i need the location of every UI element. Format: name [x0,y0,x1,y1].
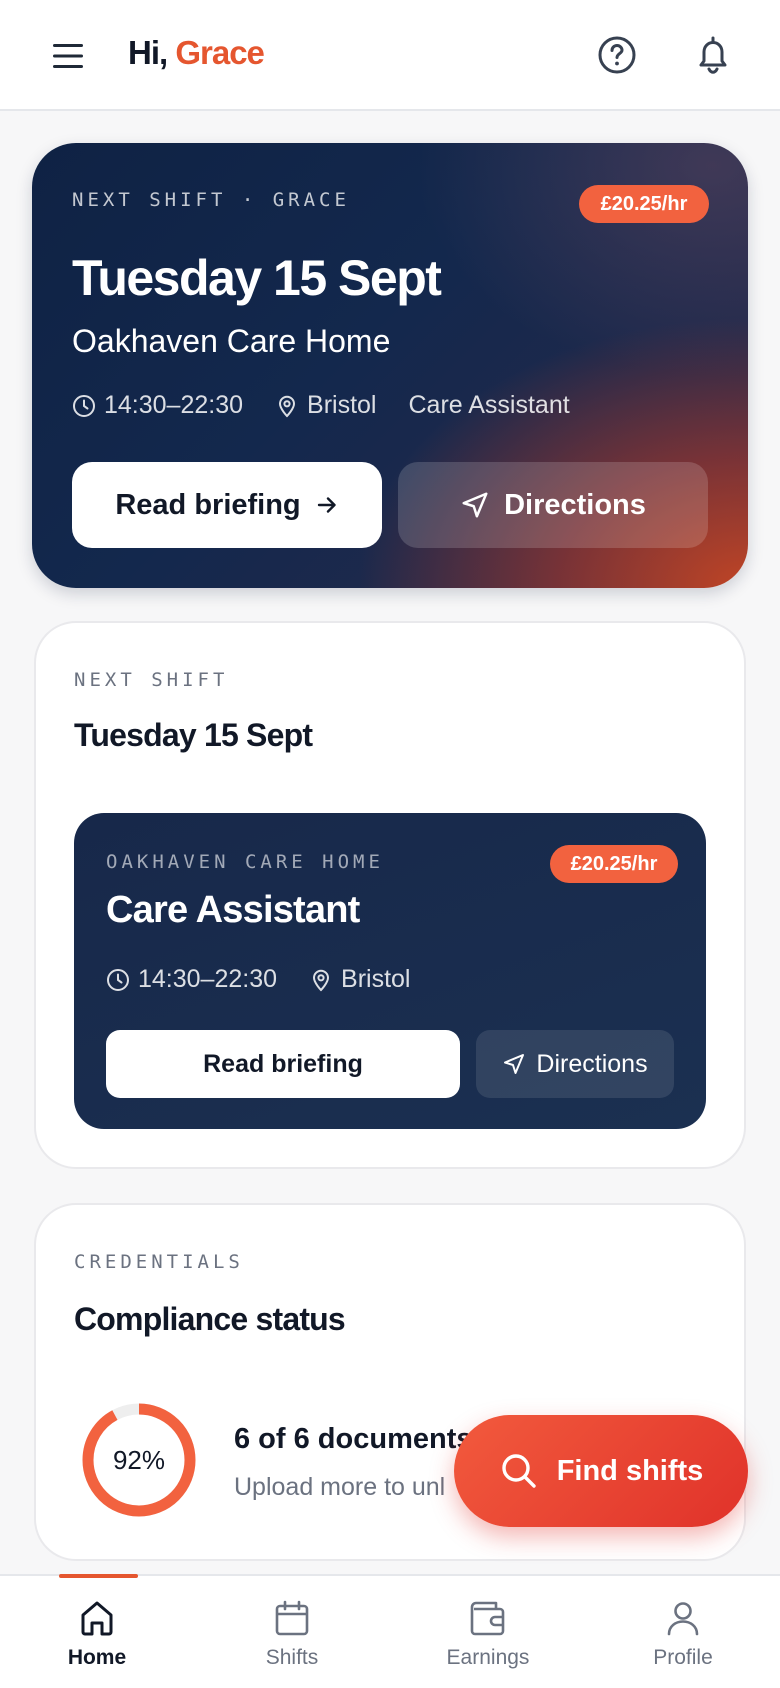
hero-location-text: Bristol [307,391,377,419]
compliance-heading: Compliance status [74,1301,346,1337]
hero-meta: 14:30–22:30 Bristol Care Assistant [72,391,570,420]
help-icon [598,36,636,74]
menu-button[interactable] [44,32,92,80]
hero-time-text: 14:30–22:30 [104,391,244,419]
arrow-right-icon [317,497,336,513]
clock-icon [107,968,129,991]
nav-label-earnings: Earnings [446,1646,530,1669]
navigation-arrow-icon [462,492,488,518]
documents-count: 6 of 6 documents [234,1423,473,1455]
bell-icon [699,36,727,74]
search-icon [501,1454,536,1488]
notifications-button[interactable] [688,30,738,80]
next-shift-heading: Tuesday 15 Sept [74,717,313,753]
nav-item-earnings[interactable]: Earnings [408,1576,568,1688]
location-pin-icon [279,395,296,417]
shift-tile-meta: 14:30–22:30 Bristol [106,965,411,994]
shift-tile-directions-button[interactable]: Directions [476,1030,674,1098]
hamburger-icon [53,44,83,68]
user-name: Grace [175,34,265,71]
nav-item-profile[interactable]: Profile [603,1576,763,1688]
nav-item-shifts[interactable]: Shifts [212,1576,372,1688]
clock-icon [73,394,95,417]
shift-tile-venue: OAKHAVEN CARE HOME [106,851,384,873]
hero-eyebrow: NEXT SHIFT · GRACE [72,189,350,211]
shift-tile-directions-label: Directions [536,1049,648,1078]
hero-directions-button[interactable]: Directions [398,462,708,548]
hero-role-text: Care Assistant [408,391,570,419]
hero-time: 14:30–22:30 [72,391,243,420]
hero-rate-badge: £20.25/hr [579,185,709,223]
greeting: Hi, Grace [128,34,265,72]
hero-date: Tuesday 15 Sept [72,250,442,306]
help-button[interactable] [592,30,642,80]
documents-hint: Upload more to unl [234,1473,446,1501]
hero-venue: Oakhaven Care Home [72,323,391,359]
location-pin-icon [313,969,330,991]
wallet-icon [468,1598,508,1638]
credentials-eyebrow: CREDENTIALS [74,1251,244,1273]
compliance-percent: 92% [112,1444,166,1475]
nav-label-shifts: Shifts [265,1646,319,1669]
shift-tile-read-briefing-button[interactable]: Read briefing [106,1030,460,1098]
shift-tile-time-text: 14:30–22:30 [138,965,278,993]
shift-tile-location: Bristol [309,965,411,994]
find-shifts-button[interactable]: Find shifts [454,1415,748,1527]
shift-tile-location-text: Bristol [341,965,411,993]
shift-tile-rate-badge: £20.25/hr [550,845,678,883]
hero-read-briefing-button[interactable]: Read briefing [72,462,382,548]
shift-tile[interactable]: OAKHAVEN CARE HOME £20.25/hr Care Assist… [74,813,706,1129]
calendar-icon [273,1598,311,1638]
next-shift-card: NEXT SHIFT Tuesday 15 Sept OAKHAVEN CARE… [34,621,746,1169]
hero-role: Care Assistant [409,391,570,420]
nav-item-home[interactable]: Home [17,1576,177,1688]
hero-directions-label: Directions [504,488,646,521]
shift-tile-time: 14:30–22:30 [106,965,277,994]
next-shift-eyebrow: NEXT SHIFT [74,669,229,691]
hero-read-briefing-label: Read briefing [115,488,301,521]
top-bar: Hi, Grace [0,0,780,111]
user-icon [664,1598,702,1638]
find-shifts-label: Find shifts [556,1454,704,1487]
shift-tile-role: Care Assistant [106,889,360,931]
bottom-nav: Home Shifts Earnings Profile [0,1574,780,1688]
navigation-arrow-icon [504,1054,525,1074]
greeting-prefix: Hi, [128,34,176,71]
home-icon [78,1598,116,1638]
nav-label-profile: Profile [653,1646,713,1669]
hero-next-shift-card: NEXT SHIFT · GRACE £20.25/hr Tuesday 15 … [32,143,748,588]
nav-label-home: Home [67,1646,127,1669]
hero-location: Bristol [275,391,377,420]
